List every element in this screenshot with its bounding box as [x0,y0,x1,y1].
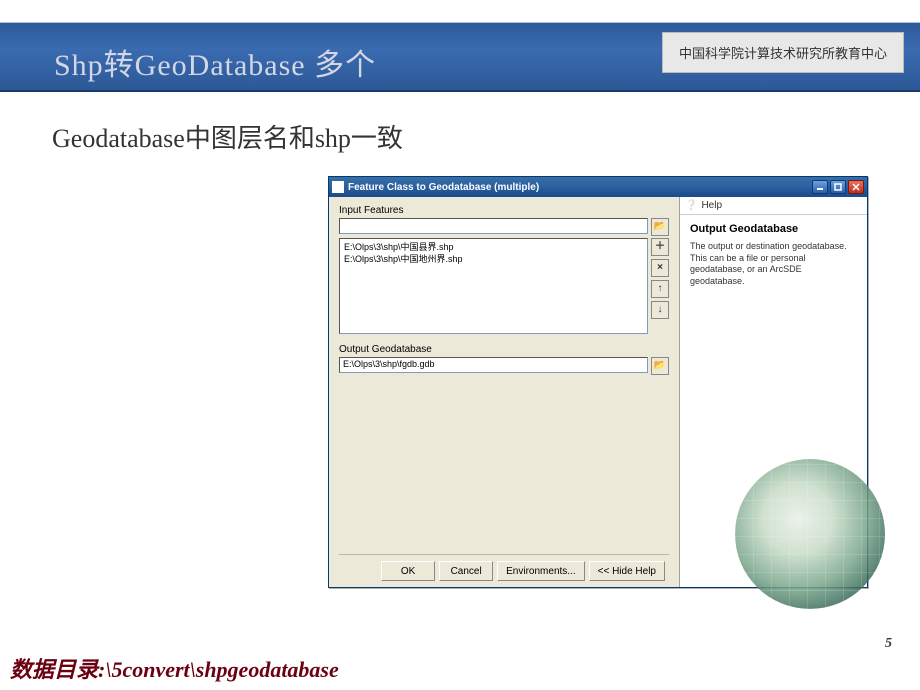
list-item[interactable]: E:\Olps\3\shp\中国地州界.shp [344,253,643,265]
output-geodatabase-field[interactable]: E:\Olps\3\shp\fgdb.gdb [339,357,648,373]
ok-button[interactable]: OK [381,561,435,581]
arrow-down-icon: ↓ [658,305,663,315]
help-panel: ❔ Help Output Geodatabase The output or … [679,197,867,587]
dialog-button-bar: OK Cancel Environments... << Hide Help [339,554,669,587]
help-icon: ❔ [685,200,697,211]
help-title: Output Geodatabase [690,223,857,235]
folder-open-icon: 📂 [654,222,666,232]
dialog-title: Feature Class to Geodatabase (multiple) [348,182,810,193]
slide-header: Shp转GeoDatabase 多个 中国科学院计算技术研究所教育中心 [0,0,920,94]
close-button[interactable] [848,180,864,194]
input-features-field[interactable] [339,218,648,234]
output-geodatabase-label: Output Geodatabase [339,344,669,355]
slide-subtitle: Geodatabase中图层名和shp一致 [52,118,403,155]
globe-graphic [735,459,885,609]
hide-help-button[interactable]: << Hide Help [589,561,665,581]
dialog-titlebar[interactable]: Feature Class to Geodatabase (multiple) [329,177,867,197]
feature-class-dialog: Feature Class to Geodatabase (multiple) … [328,176,868,588]
remove-item-button[interactable]: × [651,259,669,277]
help-body-text: The output or destination geodatabase. T… [690,241,857,288]
app-icon [332,181,344,193]
environments-button[interactable]: Environments... [497,561,584,581]
cancel-button[interactable]: Cancel [439,561,493,581]
folder-open-icon: 📂 [654,361,666,371]
input-features-list[interactable]: E:\Olps\3\shp\中国县界.shp E:\Olps\3\shp\中国地… [339,238,648,334]
move-down-button[interactable]: ↓ [651,301,669,319]
x-icon: × [657,263,663,273]
minimize-button[interactable] [812,180,828,194]
help-panel-label: Help [701,200,722,211]
plus-icon: ＋ [655,242,665,252]
org-badge: 中国科学院计算技术研究所教育中心 [662,32,904,73]
dialog-main-panel: Input Features 📂 E:\Olps\3\shp\中国县界.shp … [329,197,679,587]
slide-title: Shp转GeoDatabase 多个 [54,40,376,84]
maximize-button[interactable] [830,180,846,194]
move-up-button[interactable]: ↑ [651,280,669,298]
list-item[interactable]: E:\Olps\3\shp\中国县界.shp [344,241,643,253]
input-features-label: Input Features [339,205,669,216]
arrow-up-icon: ↑ [658,284,663,294]
page-number: 5 [885,636,892,652]
browse-input-button[interactable]: 📂 [651,218,669,236]
footer-path: 数据目录:\5convert\shpgeodatabase [10,652,339,684]
help-panel-header: ❔ Help [680,197,867,215]
browse-output-button[interactable]: 📂 [651,357,669,375]
add-item-button[interactable]: ＋ [651,238,669,256]
